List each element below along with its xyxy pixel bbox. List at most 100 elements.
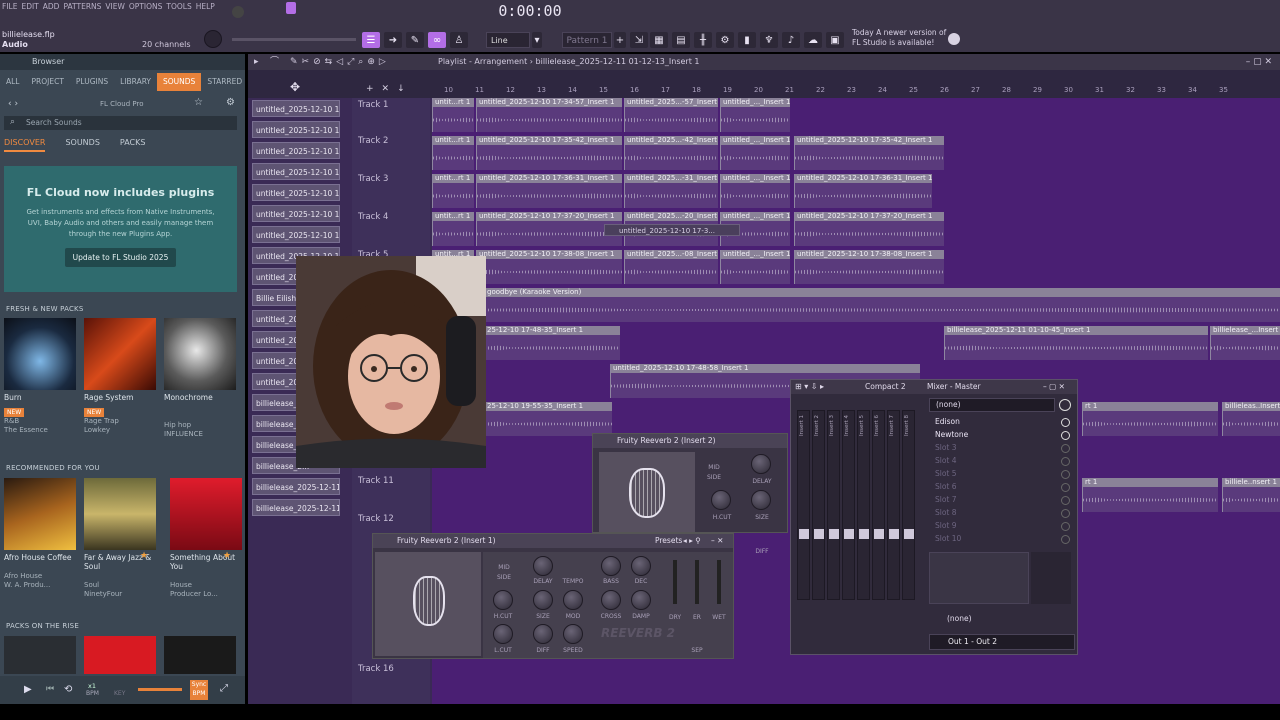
slot-power-icon[interactable]: [1061, 496, 1070, 505]
tab-project[interactable]: PROJECT: [26, 73, 70, 91]
tempo-tapper-button[interactable]: ♪: [782, 32, 800, 48]
audio-clip[interactable]: untitled_..._Insert 1: [720, 174, 790, 208]
track-tools[interactable]: +✕↓: [366, 84, 413, 94]
menu-help[interactable]: HELP: [196, 2, 215, 11]
audio-clip[interactable]: untit...rt 1: [432, 212, 474, 246]
effect-slot[interactable]: Newtone: [935, 429, 1060, 441]
mixer-button[interactable]: ╫: [694, 32, 712, 48]
mixer-strip[interactable]: Insert 8: [902, 410, 915, 600]
mode-toggle[interactable]: [232, 6, 244, 18]
master-faders[interactable]: [1031, 552, 1071, 604]
window-controls[interactable]: – ✕: [711, 534, 723, 548]
track-label[interactable]: Track 11: [358, 476, 394, 486]
post-slot[interactable]: (none): [947, 614, 972, 623]
timeline-ruler[interactable]: 10 11 12 13 14 15 16 17 18 19 20 21 22 23 24 25 26 27 28 29…: [432, 86, 1280, 96]
audio-clip[interactable]: untitled_..._Insert 1: [720, 136, 790, 170]
effect-slot[interactable]: Slot 6: [935, 481, 1060, 493]
loop-icon[interactable]: ⟲: [64, 684, 72, 695]
menu-edit[interactable]: EDIT: [21, 2, 38, 11]
drag-icon[interactable]: ✥: [290, 80, 300, 94]
diff-knob[interactable]: [533, 624, 553, 644]
tool-icons[interactable]: ✎✂⊘⇆◁⤢⌕⊕▷: [290, 54, 390, 70]
strip-fader[interactable]: [844, 529, 854, 539]
pack-card[interactable]: Far & Away Jazz & Soul Soul NinetyFour: [84, 478, 156, 599]
star-icon[interactable]: ☆: [194, 97, 203, 108]
skip-back-icon[interactable]: ⏮: [46, 684, 54, 694]
strip-fader[interactable]: [904, 529, 914, 539]
snap-selector[interactable]: Line: [486, 32, 530, 48]
cross-knob[interactable]: [601, 590, 621, 610]
strip-fader[interactable]: [859, 529, 869, 539]
pattern-mode-button[interactable]: ☰: [362, 32, 380, 48]
audio-clip[interactable]: billiele..nsert 1: [1222, 478, 1280, 512]
strip-fader[interactable]: [889, 529, 899, 539]
slot-power-icon[interactable]: [1059, 399, 1071, 411]
menu-arrow-icon[interactable]: ▸: [254, 54, 259, 70]
pack-cover[interactable]: [4, 636, 76, 674]
audio-clip[interactable]: untitled_2025...-42_Insert 1: [624, 136, 718, 170]
speed-knob[interactable]: [563, 624, 583, 644]
track-label[interactable]: Track 16: [358, 664, 394, 674]
track-label[interactable]: Track 4: [358, 212, 388, 222]
mixer-strip[interactable]: Insert 5: [857, 410, 870, 600]
link-tool-button[interactable]: ∞: [428, 32, 446, 48]
size-knob[interactable]: [751, 490, 771, 510]
menu-file[interactable]: FILE: [2, 2, 17, 11]
update-button[interactable]: Update to FL Studio 2025: [64, 248, 177, 267]
cloud-button[interactable]: ☁: [804, 32, 822, 48]
channel-item[interactable]: untitled_2025-12-10 17-...: [252, 100, 340, 117]
sync-bpm-button[interactable]: Sync BPM: [190, 680, 208, 700]
gear-icon[interactable]: ⚙: [226, 97, 235, 108]
output-selector[interactable]: Out 1 - Out 2: [929, 634, 1075, 650]
mixer-strip[interactable]: Insert 6: [872, 410, 885, 600]
reverb-window-header[interactable]: Fruity Reeverb 2 (Insert 1) Presets ◂ ▸ …: [373, 534, 733, 548]
audio-clip[interactable]: untitled_2025-12-10 17-37-20_Insert 1: [476, 212, 622, 246]
playlist-window-button[interactable]: ⇲: [630, 32, 648, 48]
track-label[interactable]: Track 2: [358, 136, 388, 146]
menu-tools[interactable]: TOOLS: [166, 2, 191, 11]
audio-clip[interactable]: untitled_..._Insert 1: [720, 98, 790, 132]
add-pattern-button[interactable]: +: [614, 32, 626, 48]
pack-card[interactable]: Burn NEW R&B The Essence: [4, 318, 76, 435]
channel-item[interactable]: billielease_2025-12-11 0...: [252, 499, 340, 516]
stamp-tool-button[interactable]: ♙: [450, 32, 468, 48]
snap-icon[interactable]: ⌒: [270, 54, 279, 70]
expand-icon[interactable]: ⤢: [220, 683, 228, 694]
menu-options[interactable]: OPTIONS: [129, 2, 163, 11]
tempo-multiplier[interactable]: x1: [88, 682, 96, 690]
subtab-sounds[interactable]: SOUNDS: [65, 138, 99, 147]
channel-item[interactable]: untitled_2025-12-10 17-...: [252, 142, 340, 159]
master-volume-knob[interactable]: [204, 30, 222, 48]
play-arrow-button[interactable]: ➜: [384, 32, 402, 48]
tab-plugins[interactable]: PLUGINS: [70, 73, 114, 91]
wet-slider[interactable]: [717, 560, 721, 604]
hcut-knob[interactable]: [711, 490, 731, 510]
slot-power-icon[interactable]: [1061, 431, 1070, 440]
dry-slider[interactable]: [673, 560, 677, 604]
effect-slot[interactable]: Slot 10: [935, 533, 1060, 545]
audio-clip[interactable]: rt 1: [1082, 402, 1218, 436]
menu-add[interactable]: ADD: [43, 2, 60, 11]
size-knob[interactable]: [533, 590, 553, 610]
audio-clip[interactable]: untit...rt 1: [432, 174, 474, 208]
slot-power-icon[interactable]: [1061, 444, 1070, 453]
audio-clip[interactable]: untitled_2025-12-10 17-36-31_Insert 1: [476, 174, 622, 208]
audio-clip[interactable]: untitled_2025-12-10 17-36-31_Insert 1: [794, 174, 932, 208]
strip-fader[interactable]: [814, 529, 824, 539]
hcut-knob[interactable]: [493, 590, 513, 610]
slot-power-icon[interactable]: [1061, 483, 1070, 492]
effect-slot[interactable]: Slot 3: [935, 442, 1060, 454]
tab-starred[interactable]: STARRED: [201, 73, 248, 91]
play-icon[interactable]: ▶: [24, 684, 32, 695]
effect-slot[interactable]: Slot 4: [935, 455, 1060, 467]
back-icon[interactable]: ‹ ›: [8, 99, 18, 109]
audio-clip[interactable]: untitled_2025...-08_Insert 1: [624, 250, 718, 284]
mixer-header[interactable]: ⊞ ▾ ⇩ ▸ Compact 2 Mixer - Master – ▢ ✕: [791, 380, 1077, 394]
mixer-strip[interactable]: Insert 2: [812, 410, 825, 600]
channel-item[interactable]: untitled_2025-12-10 17-...: [252, 184, 340, 201]
track-label[interactable]: Track 12: [358, 514, 394, 524]
pack-card[interactable]: Monochrome Hip hop INFLUENCE: [164, 318, 236, 439]
strip-fader[interactable]: [829, 529, 839, 539]
audio-clip[interactable]: billieleas..Insert 1: [1222, 402, 1280, 436]
draw-tool-button[interactable]: ✎: [406, 32, 424, 48]
